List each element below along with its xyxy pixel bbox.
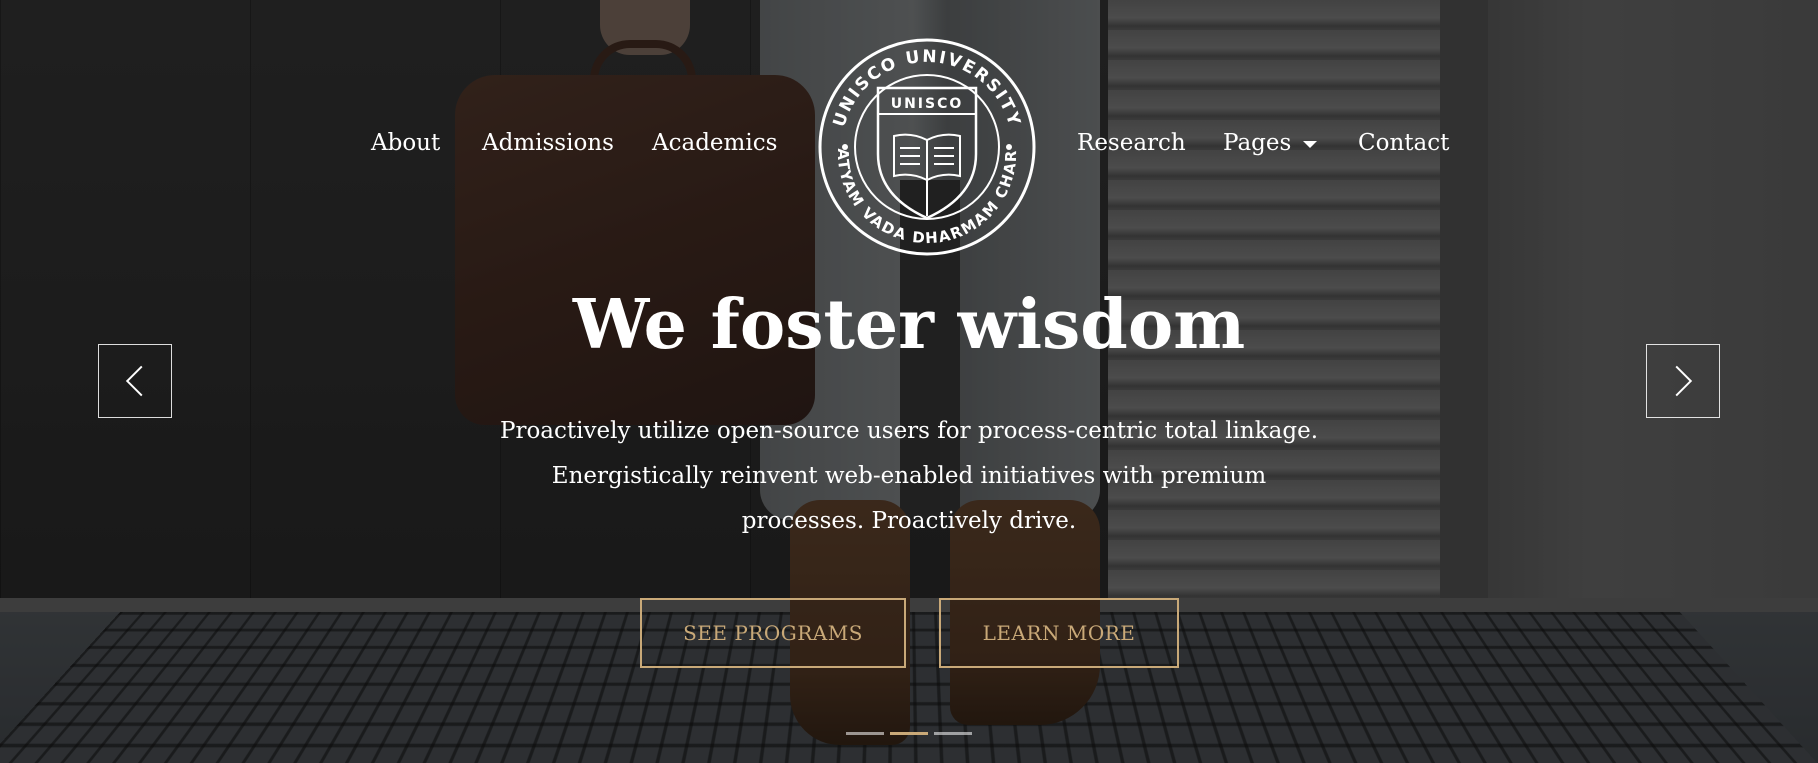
nav-item-academics[interactable]: Academics — [652, 126, 777, 160]
open-book-icon — [893, 133, 961, 182]
main-navigation: About Admissions Academics UNISCO UNIVER… — [0, 0, 1818, 260]
hero-description: Proactively utilize open-source users fo… — [499, 418, 1319, 534]
nav-item-contact[interactable]: Contact — [1358, 126, 1449, 160]
carousel-indicators — [0, 732, 1818, 738]
carousel-indicator[interactable] — [934, 732, 972, 735]
university-seal-icon: UNISCO UNIVERSITY SATYAM VADA DHARMAM CH… — [816, 36, 1036, 256]
carousel-prev-button[interactable] — [98, 344, 172, 418]
caret-down-icon — [1303, 140, 1318, 148]
university-logo[interactable]: UNISCO UNIVERSITY SATYAM VADA DHARMAM CH… — [816, 36, 1038, 258]
carousel-next-button[interactable] — [1646, 344, 1720, 418]
carousel-indicator[interactable] — [890, 732, 928, 735]
carousel-indicator[interactable] — [846, 732, 884, 735]
chevron-right-icon — [1675, 365, 1693, 397]
chevron-left-icon — [125, 365, 143, 397]
learn-more-button[interactable]: LEARN MORE — [939, 598, 1179, 668]
nav-item-pages-label: Pages — [1223, 130, 1292, 156]
see-programs-button[interactable]: SEE PROGRAMS — [640, 598, 906, 668]
nav-item-about[interactable]: About — [371, 126, 440, 160]
nav-item-pages[interactable]: Pages — [1223, 126, 1318, 160]
logo-shield-text: UNISCO — [891, 96, 964, 112]
hero-title: We foster wisdom — [572, 285, 1246, 365]
hero-section: About Admissions Academics UNISCO UNIVER… — [0, 0, 1818, 763]
nav-item-admissions[interactable]: Admissions — [482, 126, 614, 160]
nav-item-research[interactable]: Research — [1077, 126, 1186, 160]
